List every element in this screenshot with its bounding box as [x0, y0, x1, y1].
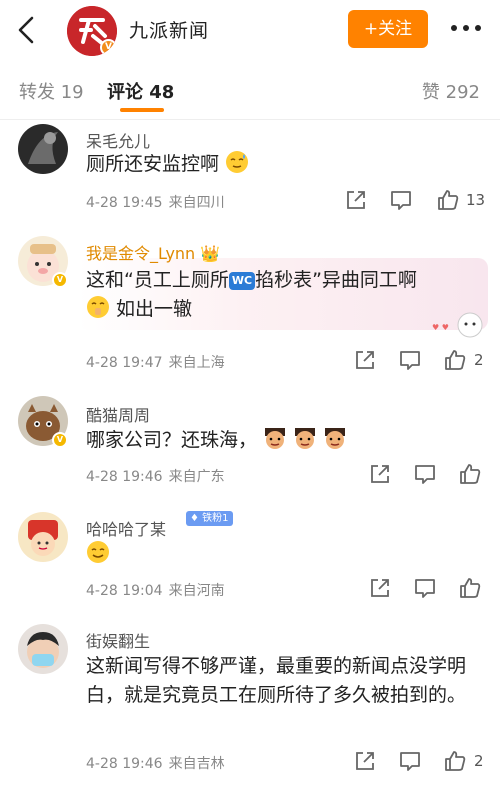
comment-username[interactable]: 酷猫周周	[86, 402, 150, 426]
share-icon[interactable]	[344, 188, 368, 212]
crown-icon: 👑	[200, 244, 221, 263]
avatar-image-icon	[18, 624, 68, 674]
comment-time: 4-28 19:46	[86, 469, 163, 485]
comment-location: 来自上海	[168, 355, 225, 371]
account-name[interactable]: 九派新闻	[129, 16, 209, 43]
tab-bar: 转发 19 评论 48 赞 292	[0, 60, 500, 120]
follow-button[interactable]: +关注	[348, 10, 428, 48]
like-icon[interactable]	[443, 749, 467, 773]
reply-icon[interactable]	[413, 462, 437, 486]
comment-text	[86, 540, 486, 569]
comment-body: 哪家公司？还珠海，	[86, 429, 258, 451]
comment-body: 厕所还安监控啊	[86, 153, 220, 175]
comment-username[interactable]: 我是金令_Lynn 👑	[86, 240, 220, 264]
sticker-decoration-icon: ♥ ♥	[432, 312, 483, 338]
more-options-icon[interactable]	[448, 18, 484, 38]
account-avatar[interactable]: V	[67, 6, 117, 56]
comment-location: 来自四川	[168, 195, 225, 211]
reply-icon[interactable]	[413, 576, 437, 600]
comment-body-part2: 掐秒表”异曲同工啊	[255, 269, 417, 291]
active-tab-indicator	[120, 108, 164, 112]
comment-meta: 4-28 19:46 来自吉林	[86, 753, 231, 773]
share-icon[interactable]	[368, 576, 392, 600]
fan-badge-text: 铁粉1	[202, 513, 229, 524]
comment-text: 这新闻写得不够严谨，最重要的新闻点没学明白，就是究竟员工在厕所待了多久被拍到的。	[86, 655, 467, 706]
verified-badge-icon: V	[100, 39, 117, 56]
comment-username[interactable]: 街娱翻生	[86, 628, 150, 652]
username-text: 我是金令_Lynn	[86, 244, 196, 263]
like-count: 2	[474, 752, 484, 770]
like-count: 13	[466, 191, 486, 209]
comment-meta: 4-28 19:45 来自四川	[86, 192, 231, 212]
reply-icon[interactable]	[398, 348, 422, 372]
share-icon[interactable]	[368, 462, 392, 486]
comment-time: 4-28 19:46	[86, 756, 163, 772]
avatar-image-icon	[18, 512, 68, 562]
fan-level-badge: ♦ 铁粉1	[186, 511, 233, 526]
tab-comment[interactable]: 评论 48	[107, 78, 174, 104]
tab-repost[interactable]: 转发 19	[19, 78, 84, 104]
comment-text: 哪家公司？还珠海，	[86, 426, 486, 455]
comment-time: 4-28 19:45	[86, 195, 163, 211]
verified-badge-icon: V	[52, 272, 68, 288]
comment-meta: 4-28 19:04 来自河南	[86, 580, 231, 600]
user-avatar[interactable]	[18, 124, 68, 174]
comment-username[interactable]: 哈哈哈了某	[86, 516, 166, 540]
fist-face-emoji-icon	[325, 428, 346, 449]
reply-icon[interactable]	[398, 749, 422, 773]
avatar-image-icon	[18, 124, 68, 174]
comment-location: 来自河南	[168, 583, 225, 599]
comment-body-part1: 这和“员工上厕所	[86, 269, 229, 291]
like-count: 2	[474, 351, 484, 369]
comment-meta: 4-28 19:47 来自上海	[86, 352, 231, 372]
fist-face-emoji-icon	[295, 428, 316, 449]
reply-icon[interactable]	[389, 188, 413, 212]
wc-emoji-icon: WC	[228, 272, 256, 290]
share-icon[interactable]	[353, 749, 377, 773]
share-icon[interactable]	[353, 348, 377, 372]
fist-face-emoji-icon	[265, 428, 286, 449]
comment-location: 来自广东	[168, 469, 225, 485]
comment-time: 4-28 19:04	[86, 583, 163, 599]
user-avatar[interactable]	[18, 512, 68, 562]
like-icon[interactable]	[443, 348, 467, 372]
comment-text: 这和“员工上厕所 WC 掐秒表”异曲同工啊 如出一辙	[86, 266, 486, 324]
sweat-smile-emoji-icon	[226, 151, 249, 173]
comment-text: 厕所还安监控啊	[86, 150, 486, 179]
back-arrow-icon[interactable]	[12, 14, 44, 46]
verified-badge-icon: V	[52, 432, 68, 448]
top-bar: V 九派新闻 +关注	[0, 0, 500, 60]
like-icon[interactable]	[436, 188, 460, 212]
comment-username[interactable]: 呆毛允儿	[86, 128, 150, 152]
hush-emoji-icon	[87, 296, 109, 318]
smile-emoji-icon	[87, 541, 109, 563]
like-icon[interactable]	[458, 462, 482, 486]
comment-location: 来自吉林	[168, 756, 225, 772]
tab-like[interactable]: 赞 292	[422, 78, 480, 104]
comment-meta: 4-28 19:46 来自广东	[86, 466, 231, 486]
like-icon[interactable]	[458, 576, 482, 600]
user-avatar[interactable]	[18, 624, 68, 674]
comment-body-part3: 如出一辙	[116, 298, 193, 320]
svg-text:♥ ♥: ♥ ♥	[432, 323, 449, 332]
comment-time: 4-28 19:47	[86, 355, 163, 371]
